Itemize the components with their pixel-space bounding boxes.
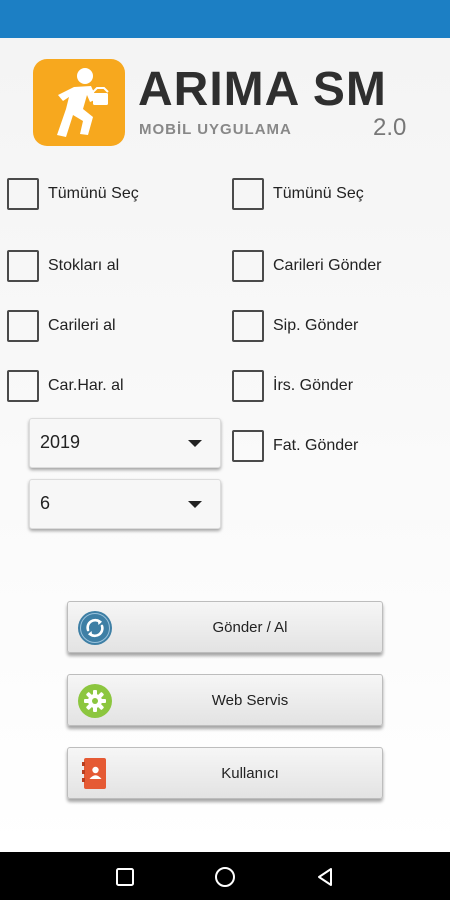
web-service-label: Web Servis [211, 691, 289, 709]
home-circle-icon[interactable] [214, 866, 236, 888]
send-waybills-checkbox[interactable]: İrs. Gönder [232, 368, 353, 404]
receive-account-transactions-checkbox[interactable]: Car.Har. al [7, 368, 124, 404]
send-orders-checkbox[interactable]: Sip. Gönder [232, 308, 358, 344]
send-receive-button[interactable]: Gönder / Al [67, 601, 383, 653]
checkbox-box[interactable] [232, 310, 264, 342]
app-version: 2.0 [373, 114, 407, 141]
checkbox-box[interactable] [232, 178, 264, 210]
send-accounts-checkbox[interactable]: Carileri Gönder [232, 248, 381, 284]
checkbox-label: Stokları al [48, 257, 120, 274]
checkbox-box[interactable] [232, 250, 264, 282]
send-receive-label: Gönder / Al [212, 618, 288, 636]
select-all-send-checkbox[interactable]: Tümünü Seç [232, 176, 364, 212]
checkbox-label: Car.Har. al [48, 377, 124, 394]
web-service-button[interactable]: Web Servis [67, 674, 383, 726]
back-triangle-icon[interactable] [314, 866, 336, 888]
checkbox-label: Carileri Gönder [273, 257, 382, 274]
app-title: ARIMA SM [138, 63, 387, 116]
checkbox-label: Tümünü Seç [273, 185, 364, 202]
user-button[interactable]: Kullanıcı [67, 747, 383, 799]
dropdown-arrow-icon [188, 501, 202, 508]
receive-accounts-checkbox[interactable]: Carileri al [7, 308, 116, 344]
sync-icon [76, 610, 114, 646]
app-logo-icon [33, 59, 125, 146]
month-select-value: 6 [40, 493, 51, 513]
send-invoices-checkbox[interactable]: Fat. Gönder [232, 428, 358, 464]
dropdown-arrow-icon [188, 440, 202, 447]
checkbox-box[interactable] [7, 178, 39, 210]
checkbox-label: Sip. Gönder [273, 317, 359, 334]
user-label: Kullanıcı [221, 764, 279, 782]
checkbox-label: Fat. Gönder [273, 437, 359, 454]
checkbox-box[interactable] [7, 250, 39, 282]
navigation-bar [0, 852, 450, 900]
select-all-receive-checkbox[interactable]: Tümünü Seç [7, 176, 139, 212]
app-subtitle: MOBİL UYGULAMA [139, 121, 292, 138]
receive-stocks-checkbox[interactable]: Stokları al [7, 248, 119, 284]
checkbox-box[interactable] [7, 310, 39, 342]
recents-square-icon[interactable] [114, 866, 136, 888]
contact-book-icon [76, 756, 114, 792]
main-content: ARIMA SM MOBİL UYGULAMA 2.0 Tümünü Seç S… [0, 38, 450, 852]
year-select[interactable]: 2019 [29, 418, 221, 468]
checkbox-label: Carileri al [48, 317, 116, 334]
checkbox-box[interactable] [232, 370, 264, 402]
checkbox-label: İrs. Gönder [273, 377, 354, 394]
month-select[interactable]: 6 [29, 479, 221, 529]
checkbox-box[interactable] [232, 430, 264, 462]
gear-icon [76, 683, 114, 719]
status-bar [0, 0, 450, 38]
year-select-value: 2019 [40, 432, 81, 452]
checkbox-box[interactable] [7, 370, 39, 402]
checkbox-label: Tümünü Seç [48, 185, 139, 202]
